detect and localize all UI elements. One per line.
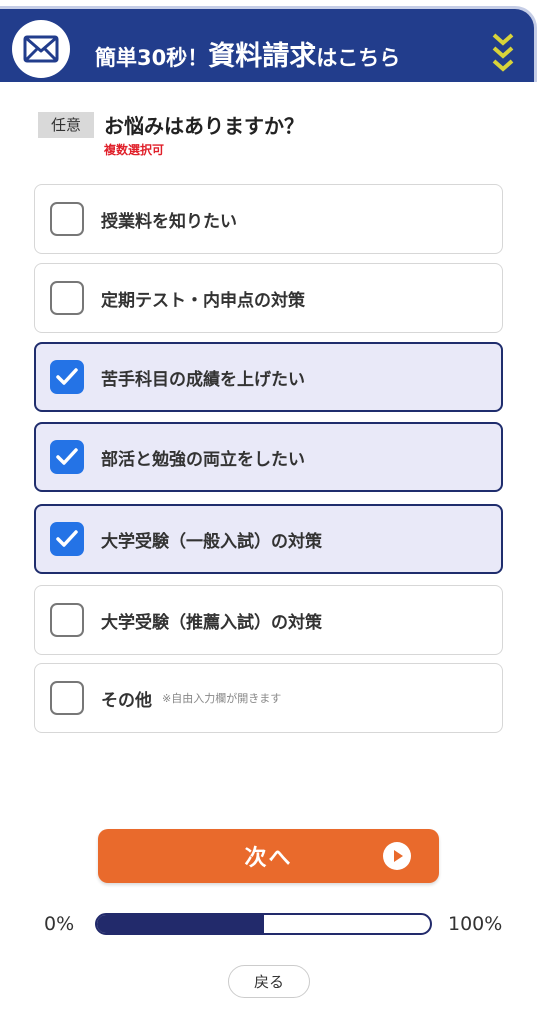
multiple-choice-note: 複数選択可 (104, 143, 165, 157)
checkbox-icon[interactable] (50, 281, 84, 315)
checkbox-checked-icon[interactable] (50, 440, 84, 474)
option-item[interactable]: 授業料を知りたい (34, 184, 503, 254)
banner-text: 簡単30秒！ 資料請求 はこちら (95, 34, 401, 72)
mail-icon (12, 20, 70, 78)
question-title: お悩みはありますか？ (104, 114, 304, 138)
optional-tag: 任意 (38, 111, 94, 138)
option-label: 苦手科目の成績を上げたい (101, 369, 305, 390)
option-item[interactable]: その他 ※自由入力欄が開きます (34, 663, 503, 733)
option-label: 定期テスト・内申点の対策 (101, 290, 305, 311)
checkbox-checked-icon[interactable] (50, 522, 84, 556)
chevron-down-icon (490, 31, 516, 79)
play-circle-icon (383, 842, 411, 874)
option-note: ※自由入力欄が開きます (162, 692, 282, 705)
option-item[interactable]: 大学受験（推薦入試）の対策 (34, 585, 503, 655)
question-header: 任意 お悩みはありますか？ (38, 110, 304, 139)
option-label: 大学受験（推薦入試）の対策 (101, 612, 322, 633)
checkbox-icon[interactable] (50, 202, 84, 236)
progress-fill (97, 915, 264, 933)
banner-suffix: はこちら (316, 46, 401, 70)
banner-prefix: 簡単30秒！ (95, 46, 209, 70)
checkbox-checked-icon[interactable] (50, 360, 84, 394)
option-label: 授業料を知りたい (101, 211, 237, 232)
banner-main: 資料請求 (208, 41, 317, 72)
next-button[interactable]: 次へ (98, 829, 439, 883)
option-item[interactable]: 定期テスト・内申点の対策 (34, 263, 503, 333)
checkbox-icon[interactable] (50, 603, 84, 637)
option-item[interactable]: 苦手科目の成績を上げたい (34, 342, 503, 412)
option-label: 大学受験（一般入試）の対策 (101, 531, 322, 552)
progress-end-label: 100% (448, 913, 503, 935)
request-materials-banner[interactable]: 簡単30秒！ 資料請求 はこちら (0, 6, 537, 82)
option-label: 部活と勉強の両立をしたい (101, 449, 305, 470)
option-item[interactable]: 部活と勉強の両立をしたい (34, 422, 503, 492)
back-button[interactable]: 戻る (228, 965, 310, 998)
progress-bar (95, 913, 432, 935)
next-button-label: 次へ (244, 846, 293, 871)
option-item[interactable]: 大学受験（一般入試）の対策 (34, 504, 503, 574)
progress-start-label: 0% (44, 913, 75, 935)
header[interactable]: 簡単30秒！ 資料請求 はこちら (0, 0, 537, 84)
checkbox-icon[interactable] (50, 681, 84, 715)
option-label: その他 (101, 690, 152, 711)
